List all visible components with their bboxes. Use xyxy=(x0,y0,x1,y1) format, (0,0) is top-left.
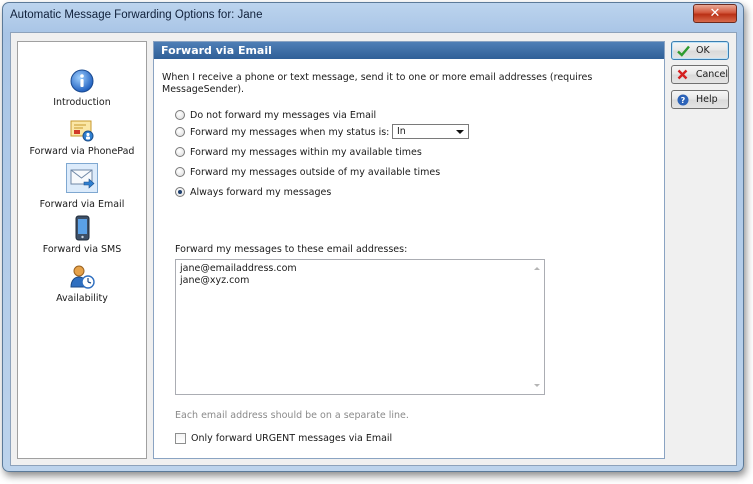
radio-button[interactable] xyxy=(175,110,185,120)
phone-icon xyxy=(75,215,90,241)
window-title: Automatic Message Forwarding Options for… xyxy=(10,9,263,21)
scroll-up-icon[interactable] xyxy=(534,267,540,270)
ok-button-label: OK xyxy=(696,45,710,56)
radio-label: Forward my messages outside of my availa… xyxy=(190,166,441,178)
addresses-label: Forward my messages to these email addre… xyxy=(175,244,408,255)
title-bar[interactable]: Automatic Message Forwarding Options for… xyxy=(3,3,743,31)
help-icon: ? xyxy=(676,94,690,106)
sidebar-item-introduction[interactable]: Introduction xyxy=(18,68,146,108)
sidebar-item-label: Forward via Email xyxy=(39,199,125,210)
svg-text:?: ? xyxy=(681,96,686,105)
sidebar-item-sms[interactable]: Forward via SMS xyxy=(18,215,146,255)
radio-label: Do not forward my messages via Email xyxy=(190,109,377,121)
help-button[interactable]: ? Help xyxy=(671,90,729,109)
dialog-client-area: Introduction Forward via PhonePad Forwar… xyxy=(10,32,737,466)
sidebar-item-availability[interactable]: Availability xyxy=(18,264,146,304)
section-header: Forward via Email xyxy=(154,42,664,59)
radio-button[interactable] xyxy=(175,147,185,157)
vertical-scrollbar[interactable] xyxy=(530,260,544,394)
sidebar-item-label: Forward via SMS xyxy=(42,244,122,255)
sidebar-item-label: Introduction xyxy=(53,97,111,108)
hint-text: Each email address should be on a separa… xyxy=(175,410,409,421)
cancel-button-label: Cancel xyxy=(695,69,728,80)
sidebar-item-label: Availability xyxy=(56,293,108,304)
availability-icon xyxy=(70,265,95,289)
intro-text: When I receive a phone or text message, … xyxy=(162,72,593,95)
close-x-icon xyxy=(676,69,690,80)
radio-forward-by-status[interactable]: Forward my messages when my status is: xyxy=(175,125,389,139)
radio-label: Forward my messages within my available … xyxy=(190,146,422,158)
urgent-only-option[interactable]: Only forward URGENT messages via Email xyxy=(175,433,392,444)
radio-do-not-forward[interactable]: Do not forward my messages via Email xyxy=(175,108,376,122)
urgent-only-checkbox[interactable] xyxy=(175,433,186,444)
radio-within-available[interactable]: Forward my messages within my available … xyxy=(175,145,422,159)
close-button[interactable]: ✕ xyxy=(693,4,737,23)
status-select[interactable]: In xyxy=(392,124,469,139)
close-icon: ✕ xyxy=(709,6,721,21)
radio-button[interactable] xyxy=(175,167,185,177)
radio-label: Forward my messages when my status is: xyxy=(190,126,390,138)
checkmark-icon xyxy=(676,45,690,57)
checkbox-label: Only forward URGENT messages via Email xyxy=(191,433,393,444)
status-select-value: In xyxy=(397,126,406,137)
email-address-line: jane@xyz.com xyxy=(180,275,250,286)
sidebar-nav: Introduction Forward via PhonePad Forwar… xyxy=(17,41,147,459)
radio-label: Always forward my messages xyxy=(190,186,332,198)
phonepad-icon xyxy=(70,120,94,142)
ok-button[interactable]: OK xyxy=(671,41,729,60)
radio-button[interactable] xyxy=(175,187,185,197)
cancel-button[interactable]: Cancel xyxy=(671,65,729,84)
radio-button[interactable] xyxy=(175,127,185,137)
content-panel: Forward via Email When I receive a phone… xyxy=(153,41,665,459)
email-addresses-textarea[interactable]: jane@emailaddress.com jane@xyz.com xyxy=(175,259,545,395)
dialog-window: Automatic Message Forwarding Options for… xyxy=(2,2,744,472)
scroll-down-icon[interactable] xyxy=(534,384,540,387)
radio-outside-available[interactable]: Forward my messages outside of my availa… xyxy=(175,165,440,179)
email-address-line: jane@emailaddress.com xyxy=(180,263,297,274)
selected-highlight xyxy=(66,163,98,193)
chevron-down-icon xyxy=(456,130,464,134)
sidebar-item-label: Forward via PhonePad xyxy=(29,146,135,157)
sidebar-item-phonepad[interactable]: Forward via PhonePad xyxy=(18,117,146,157)
radio-always-forward[interactable]: Always forward my messages xyxy=(175,185,331,199)
help-button-label: Help xyxy=(696,94,718,105)
info-icon xyxy=(70,69,94,93)
email-icon xyxy=(70,169,95,189)
sidebar-item-email[interactable]: Forward via Email xyxy=(18,163,146,210)
